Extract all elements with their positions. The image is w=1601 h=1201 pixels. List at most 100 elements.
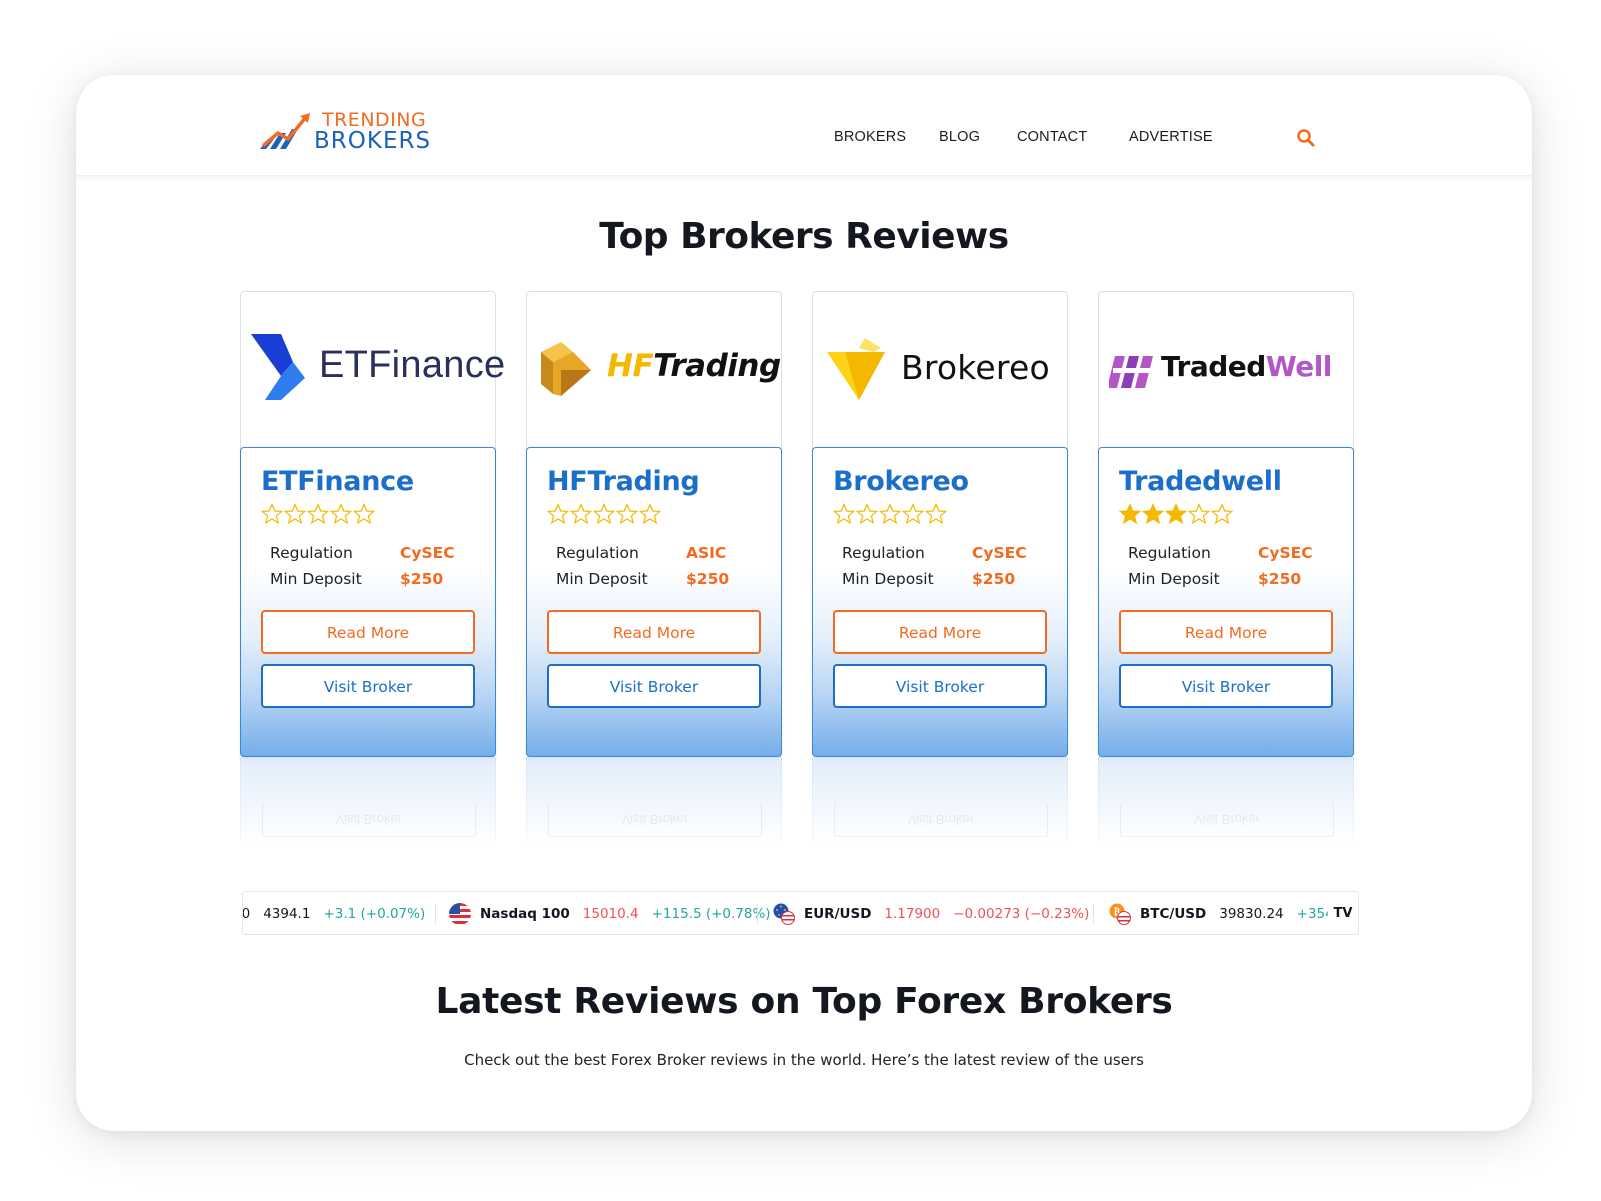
- hftrading-logo-trading: Trading: [653, 348, 781, 384]
- tradedwell-logo-text: TradedWell: [1161, 350, 1332, 383]
- deposit-value: $250: [400, 570, 444, 588]
- broker-card: HFTrading HFTrading Regulation ASIC Min D…: [526, 291, 782, 843]
- deposit-label: Min Deposit: [842, 570, 934, 588]
- card-reflection: Visit Broker: [526, 757, 782, 843]
- visit-broker-button[interactable]: Visit Broker: [261, 664, 475, 708]
- read-more-button[interactable]: Read More: [833, 610, 1047, 654]
- ticker-change: +3.1 (+0.07%): [323, 906, 426, 922]
- rating-stars: [833, 503, 948, 529]
- visit-broker-button[interactable]: Visit Broker: [833, 664, 1047, 708]
- visit-broker-button[interactable]: Visit Broker: [1119, 664, 1333, 708]
- nav-contact[interactable]: CONTACT: [1017, 128, 1087, 146]
- ticker-item[interactable]: ₿ BTC/USD 39830.24 +354.: [1109, 892, 1338, 934]
- broker-card: Brokereo Brokereo Regulation CySEC Min De…: [812, 291, 1068, 843]
- nav-advertise[interactable]: ADVERTISE: [1129, 128, 1213, 146]
- ticker-price: 1.17900: [884, 906, 941, 922]
- rating-stars: [1119, 503, 1234, 529]
- star-filled-icon: [1165, 503, 1187, 525]
- regulation-label: Regulation: [842, 544, 925, 562]
- star-empty-icon: [925, 503, 947, 525]
- star-empty-icon: [879, 503, 901, 525]
- broker-info-panel: Tradedwell Regulation CySEC Min Deposit $2…: [1098, 447, 1354, 757]
- deposit-label: Min Deposit: [270, 570, 362, 588]
- rating-stars: [261, 503, 376, 529]
- star-empty-icon: [353, 503, 375, 525]
- search-icon[interactable]: [1296, 128, 1316, 148]
- nav-blog[interactable]: BLOG: [939, 128, 980, 146]
- regulation-value: CySEC: [972, 544, 1027, 562]
- read-more-button[interactable]: Read More: [547, 610, 761, 654]
- trend-chart-logo-icon: [260, 113, 310, 149]
- ticker-item[interactable]: EUR/USD 1.17900 −0.00273 (−0.23%): [773, 892, 1089, 934]
- ticker-symbol: EUR/USD: [804, 906, 872, 922]
- broker-name[interactable]: Brokereo: [833, 466, 969, 497]
- star-filled-icon: [1119, 503, 1141, 525]
- broker-logo-panel[interactable]: HFTrading: [526, 291, 782, 451]
- site-logo[interactable]: TRENDING BROKERS: [258, 110, 463, 155]
- tradingview-logo[interactable]: TV: [1328, 898, 1358, 930]
- star-empty-icon: [330, 503, 352, 525]
- logo-word-bottom: BROKERS: [314, 128, 432, 154]
- star-empty-icon: [833, 503, 855, 525]
- regulation-value: CySEC: [400, 544, 455, 562]
- us-flag-icon: [449, 903, 471, 925]
- deposit-row: Min Deposit $250: [270, 570, 443, 588]
- regulation-row: Regulation ASIC: [556, 544, 726, 562]
- ticker-divider: [435, 904, 436, 924]
- ticker-divider: [757, 904, 758, 924]
- star-empty-icon: [1188, 503, 1210, 525]
- star-empty-icon: [547, 503, 569, 525]
- broker-name[interactable]: Tradedwell: [1119, 466, 1282, 497]
- hftrading-logo-hf: HF: [607, 348, 654, 384]
- browser-frame: TRENDING BROKERS BROKERS BLOG CONTACT AD…: [76, 75, 1532, 1131]
- nav-brokers[interactable]: BROKERS: [834, 128, 906, 146]
- ticker-item[interactable]: Nasdaq 100 15010.4 +115.5 (+0.78%): [449, 892, 771, 934]
- broker-logo-panel[interactable]: ETFinance: [240, 291, 505, 451]
- reflection-ghost-button: Visit Broker: [262, 803, 476, 837]
- ticker-symbol: BTC/USD: [1140, 906, 1207, 922]
- reflection-ghost-button: Visit Broker: [834, 803, 1048, 837]
- card-reflection: Visit Broker: [812, 757, 1068, 843]
- ticker-item[interactable]: 00 4394.1 +3.1 (+0.07%): [243, 892, 426, 934]
- hftrading-logo-text: HFTrading: [607, 348, 781, 384]
- broker-logo-panel[interactable]: TradedWell: [1098, 291, 1354, 451]
- card-reflection: Visit Broker: [1098, 757, 1354, 843]
- regulation-label: Regulation: [270, 544, 353, 562]
- market-ticker-tape[interactable]: 00 4394.1 +3.1 (+0.07%) Nasdaq 100 15010…: [242, 891, 1359, 935]
- broker-name[interactable]: HFTrading: [547, 466, 700, 497]
- star-empty-icon: [616, 503, 638, 525]
- deposit-value: $250: [972, 570, 1016, 588]
- broker-info-panel: ETFinance Regulation CySEC Min Deposit $25…: [240, 447, 496, 757]
- regulation-row: Regulation CySEC: [270, 544, 455, 562]
- broker-info-panel: HFTrading Regulation ASIC Min Deposit $250…: [526, 447, 782, 757]
- ticker-price: 15010.4: [582, 906, 639, 922]
- latest-reviews-subtitle: Check out the best Forex Broker reviews …: [464, 1051, 1144, 1069]
- brokereo-gem-logo-icon: [827, 338, 885, 400]
- visit-broker-button[interactable]: Visit Broker: [547, 664, 761, 708]
- card-reflection: Visit Broker: [240, 757, 496, 843]
- etfinance-logo-icon: [251, 334, 305, 400]
- star-filled-icon: [1142, 503, 1164, 525]
- star-empty-icon: [902, 503, 924, 525]
- broker-info-panel: Brokereo Regulation CySEC Min Deposit $250…: [812, 447, 1068, 757]
- latest-reviews-title: Latest Reviews on Top Forex Brokers: [435, 981, 1173, 1022]
- etfinance-logo-text: ETFinance: [319, 344, 506, 386]
- regulation-row: Regulation CySEC: [1128, 544, 1313, 562]
- deposit-value: $250: [686, 570, 730, 588]
- deposit-row: Min Deposit $250: [556, 570, 729, 588]
- ticker-change: +115.5 (+0.78%): [651, 906, 771, 922]
- top-brokers-title: Top Brokers Reviews: [599, 216, 1009, 257]
- read-more-button[interactable]: Read More: [1119, 610, 1333, 654]
- regulation-label: Regulation: [1128, 544, 1211, 562]
- star-empty-icon: [1211, 503, 1233, 525]
- tradedwell-logo-well: Well: [1265, 350, 1333, 383]
- broker-logo-panel[interactable]: Brokereo: [812, 291, 1068, 451]
- broker-name[interactable]: ETFinance: [261, 466, 414, 497]
- tradedwell-logo-traded: Traded: [1161, 350, 1266, 383]
- regulation-row: Regulation CySEC: [842, 544, 1027, 562]
- star-empty-icon: [307, 503, 329, 525]
- star-empty-icon: [593, 503, 615, 525]
- bitcoin-icon: ₿: [1109, 903, 1131, 925]
- read-more-button[interactable]: Read More: [261, 610, 475, 654]
- eur-usd-flag-icon: [773, 903, 795, 925]
